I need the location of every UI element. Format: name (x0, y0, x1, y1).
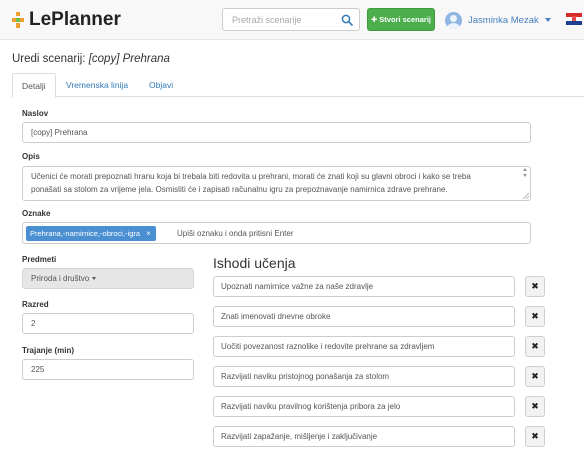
tag-input[interactable] (177, 227, 477, 240)
outcome-field[interactable]: Razvijati zapažanje, mišljenje i zaključ… (213, 426, 515, 447)
description-label: Opis (22, 152, 40, 161)
outcome-row: Upoznati namirnice važne za naše zdravlj… (213, 276, 545, 297)
tab-details[interactable]: Detalji (12, 73, 56, 98)
outcome-field[interactable]: Razvijati naviku pristojnog ponašanja za… (213, 366, 515, 387)
close-icon: ✖ (531, 401, 539, 411)
subject-selected: Priroda i društvo (31, 274, 90, 283)
grade-field[interactable]: 2 (22, 313, 194, 334)
tab-publish[interactable]: Objavi (140, 73, 182, 97)
scroll-up-icon[interactable] (523, 168, 527, 171)
close-icon: ✖ (531, 431, 539, 441)
description-line: ponašati sa stolom za vrijeme jela. Osmi… (31, 184, 448, 194)
page-title-scenario: [copy] Prehrana (88, 53, 170, 65)
user-name: Jasminka Mezak (468, 14, 539, 26)
close-icon[interactable]: × (144, 229, 153, 238)
delete-outcome-button[interactable]: ✖ (525, 306, 545, 327)
close-icon: ✖ (531, 311, 539, 321)
plus-icon: ✚ (371, 15, 378, 24)
title-label: Naslov (22, 109, 49, 118)
scroll-down-icon[interactable] (523, 174, 527, 177)
chevron-down-icon[interactable] (545, 18, 551, 22)
brand-name: LePlanner (29, 9, 121, 30)
search-icon[interactable] (341, 14, 353, 26)
grade-label: Razred (22, 300, 49, 309)
create-scenario-label: Stvori scenarij (379, 15, 431, 24)
close-icon: ✖ (531, 371, 539, 381)
outcomes-title: Ishodi učenja (213, 255, 296, 271)
outcome-field[interactable]: Upoznati namirnice važne za naše zdravlj… (213, 276, 515, 297)
tab-timeline[interactable]: Vremenska linija (57, 73, 137, 97)
caret-down-icon (92, 277, 97, 280)
tab-bar: Detalji Vremenska linija Objavi (12, 73, 584, 98)
outcome-row: Razvijati naviku pristojnog ponašanja za… (213, 366, 545, 387)
croatian-flag-icon[interactable] (566, 13, 582, 25)
outcome-row: Znati imenovati dnevne obroke ✖ (213, 306, 545, 327)
page-title-prefix: Uredi scenarij: (12, 53, 86, 65)
outcome-field[interactable]: Uočiti povezanost raznolike i redovite p… (213, 336, 515, 357)
create-scenario-button[interactable]: ✚ Stvori scenarij (367, 8, 435, 31)
search-input[interactable] (223, 9, 333, 30)
delete-outcome-button[interactable]: ✖ (525, 336, 545, 357)
outcome-field[interactable]: Znati imenovati dnevne obroke (213, 306, 515, 327)
tag-chip-label: Prehrana,-namirnice,-obroci,-igra (30, 229, 141, 238)
tag-chip: Prehrana,-namirnice,-obroci,-igra × (26, 226, 157, 241)
delete-outcome-button[interactable]: ✖ (525, 276, 545, 297)
outcome-row: Razvijati zapažanje, mišljenje i zaključ… (213, 426, 545, 447)
outcome-row: Uočiti povezanost raznolike i redovite p… (213, 336, 545, 357)
search-box (222, 8, 360, 31)
delete-outcome-button[interactable]: ✖ (525, 396, 545, 417)
delete-outcome-button[interactable]: ✖ (525, 366, 545, 387)
page-title: Uredi scenarij: [copy] Prehrana (12, 53, 170, 65)
description-line: Učenici će morati prepoznati hranu koja … (31, 172, 471, 181)
top-navbar: LePlanner ✚ Stvori scenarij Jasminka Mez… (0, 0, 584, 40)
subjects-label: Predmeti (22, 255, 57, 264)
brand-logo[interactable]: LePlanner (12, 9, 121, 31)
user-menu[interactable]: Jasminka Mezak (445, 8, 539, 32)
close-icon: ✖ (531, 281, 539, 291)
outcome-row: Razvijati naviku pravilnog korištenja pr… (213, 396, 545, 417)
tags-input-box[interactable]: Prehrana,-namirnice,-obroci,-igra × (22, 222, 531, 244)
delete-outcome-button[interactable]: ✖ (525, 426, 545, 447)
description-field[interactable]: Učenici će morati prepoznati hranu koja … (22, 166, 531, 201)
avatar (445, 11, 462, 29)
duration-label: Trajanje (min) (22, 346, 75, 355)
resize-grip-icon[interactable] (522, 192, 529, 199)
close-icon: ✖ (531, 341, 539, 351)
leaf-icon (12, 12, 24, 28)
duration-field[interactable]: 225 (22, 359, 194, 380)
title-field[interactable]: [copy] Prehrana (22, 122, 531, 143)
outcome-field[interactable]: Razvijati naviku pravilnog korištenja pr… (213, 396, 515, 417)
subject-dropdown[interactable]: Priroda i društvo (22, 268, 194, 289)
tags-label: Oznake (22, 209, 51, 218)
